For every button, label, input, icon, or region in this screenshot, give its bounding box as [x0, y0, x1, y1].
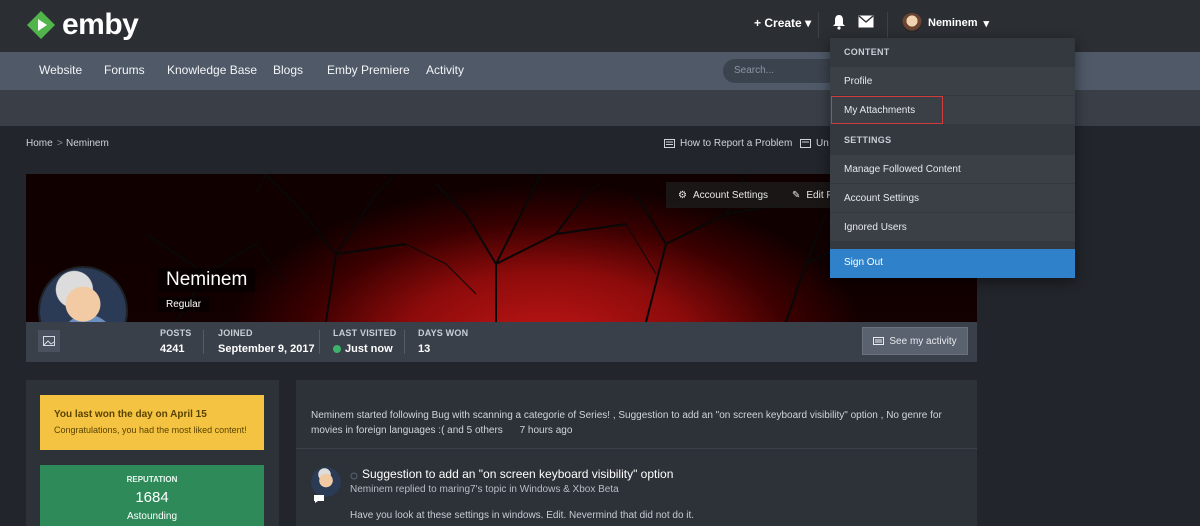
feed-summary-time: 7 hours ago [519, 425, 573, 436]
stat-value: 4241 [160, 343, 185, 355]
nav-activity[interactable]: Activity [426, 63, 464, 77]
stat-posts: POSTS 4241 [160, 328, 192, 355]
brand-name: emby [62, 8, 139, 41]
plus-icon: + [754, 16, 762, 30]
stat-joined: JOINED September 9, 2017 [218, 328, 315, 355]
see-my-activity-button[interactable]: See my activity [862, 327, 968, 355]
create-button[interactable]: + Create ▾ [754, 16, 811, 30]
avatar [902, 13, 922, 33]
stat-value: 13 [418, 343, 431, 355]
stat-label: POSTS [160, 328, 192, 338]
breadcrumb-second-label: Un [816, 138, 829, 149]
dropdown-heading-content: CONTENT [844, 47, 890, 57]
stat-last-visited: LAST VISITED Just now [333, 328, 396, 355]
image-icon [43, 336, 55, 346]
nav-forums[interactable]: Forums [104, 63, 145, 77]
day-winner-subtitle: Congratulations, you had the most liked … [54, 425, 247, 435]
username: Neminem [928, 17, 978, 29]
stat-days-won: DAYS WON 13 [418, 328, 468, 355]
report-problem-link[interactable]: How to Report a Problem [664, 138, 792, 149]
menu-item-ignored-users[interactable]: Ignored Users [844, 222, 907, 233]
nav-emby-premiere[interactable]: Emby Premiere [327, 63, 410, 77]
reputation-rank: Astounding [126, 511, 178, 522]
unread-dot-icon [350, 469, 358, 483]
reputation-label: REPUTATION [126, 475, 178, 484]
profile-name: Neminem [158, 268, 256, 292]
reputation-value: 1684 [135, 489, 169, 506]
menu-item-profile[interactable]: Profile [844, 76, 872, 87]
gear-icon: ⚙ [678, 189, 687, 201]
create-label: Create [764, 16, 802, 30]
day-winner-notice: You last won the day on April 15 Congrat… [40, 395, 264, 450]
emby-logo-icon [27, 11, 55, 39]
stat-divider [404, 330, 405, 354]
breadcrumb-separator: > [57, 138, 63, 149]
day-winner-title: You last won the day on April 15 [54, 409, 207, 420]
feed-divider [296, 448, 977, 449]
sign-out-label: Sign Out [844, 257, 883, 268]
breadcrumb-second-link[interactable]: Un [800, 138, 829, 149]
menu-item-account-settings[interactable]: Account Settings [844, 193, 919, 204]
breadcrumb-home[interactable]: Home [26, 138, 53, 149]
avatar[interactable] [311, 467, 341, 497]
report-problem-label: How to Report a Problem [680, 138, 793, 149]
comment-icon [800, 139, 811, 148]
profile-member-title: Regular [158, 297, 210, 312]
online-indicator [333, 345, 341, 353]
stat-label: JOINED [218, 328, 253, 338]
top-separator [818, 12, 819, 38]
menu-item-manage-followed-content[interactable]: Manage Followed Content [844, 164, 961, 175]
top-separator [887, 12, 888, 38]
user-menu-button[interactable]: Neminem ▾ [902, 13, 989, 33]
envelope-icon[interactable] [858, 15, 874, 28]
stat-label: DAYS WON [418, 328, 469, 338]
stat-value: Just now [333, 343, 396, 355]
feed-item-title[interactable]: Suggestion to add an "on screen keyboard… [362, 467, 673, 481]
account-settings-button[interactable]: ⚙ Account Settings [666, 182, 781, 208]
change-cover-photo-button[interactable] [38, 330, 60, 352]
feed-summary: Neminem started following Bug with scann… [311, 408, 956, 438]
breadcrumb-current: Neminem [66, 138, 109, 149]
profile-stats-bar: POSTS 4241 JOINED September 9, 2017 LAST… [26, 322, 977, 362]
bell-icon[interactable] [832, 14, 846, 30]
pencil-icon: ✎ [792, 189, 801, 201]
see-my-activity-label: See my activity [889, 335, 957, 347]
dropdown-heading-settings: SETTINGS [844, 135, 892, 145]
stat-label: LAST VISITED [333, 328, 397, 338]
nav-website[interactable]: Website [39, 63, 82, 77]
feed-item-body: Have you look at these settings in windo… [350, 510, 695, 521]
caret-down-icon: ▾ [805, 16, 812, 30]
nav-knowledge-base[interactable]: Knowledge Base [167, 63, 257, 77]
reputation-box: REPUTATION 1684 Astounding [40, 465, 264, 526]
activity-feed [296, 380, 977, 526]
caret-down-icon: ▾ [983, 17, 990, 30]
feed-item-meta: Neminem replied to maring7's topic in Wi… [350, 484, 619, 495]
emby-logo[interactable]: emby [26, 8, 139, 41]
comment-bubble-icon [314, 495, 324, 503]
my-attachments-highlight [831, 96, 943, 124]
user-dropdown-menu: CONTENT Profile My Attachments SETTINGS … [830, 38, 1075, 278]
comment-icon [664, 139, 675, 148]
stat-value: September 9, 2017 [218, 343, 315, 355]
sign-out-button[interactable]: Sign Out [830, 249, 1075, 278]
account-settings-label: Account Settings [692, 189, 769, 201]
nav-blogs[interactable]: Blogs [273, 63, 303, 77]
stat-divider [203, 330, 204, 354]
activity-icon [873, 337, 885, 345]
stat-divider [319, 330, 320, 354]
feed-summary-text[interactable]: Neminem started following Bug with scann… [311, 410, 942, 436]
